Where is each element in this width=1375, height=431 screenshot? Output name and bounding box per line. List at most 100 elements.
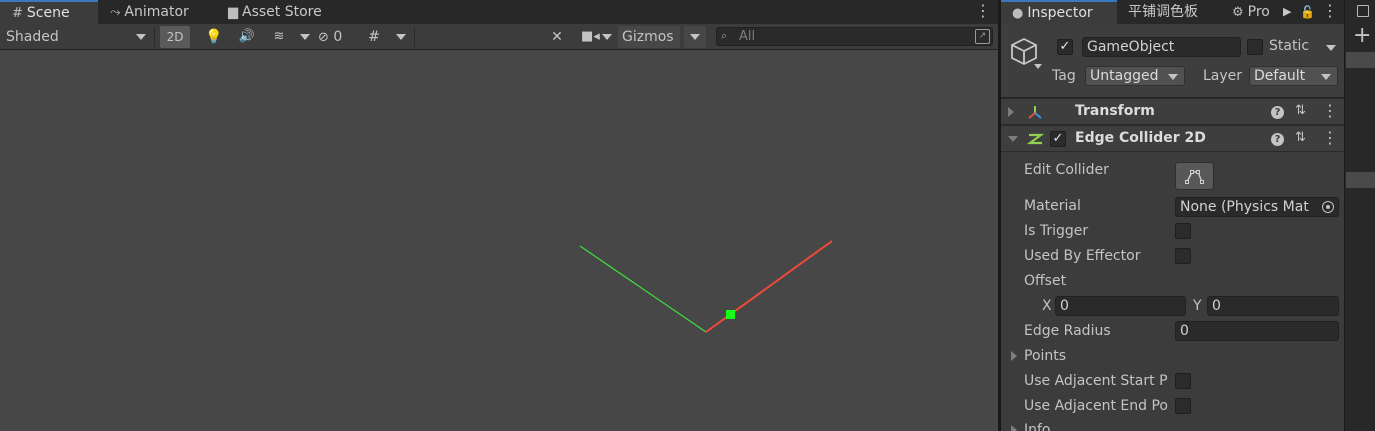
scene-canvas bbox=[579, 240, 833, 333]
edit-collider-label: Edit Collider bbox=[1024, 162, 1109, 178]
audio-toggle-icon[interactable]: 🔊 bbox=[236, 26, 258, 48]
animator-icon: ⤳ bbox=[110, 5, 121, 20]
chevron-down-icon bbox=[1321, 74, 1331, 80]
gameobject-active-checkbox[interactable]: ✓ bbox=[1057, 39, 1073, 55]
points-foldout-icon[interactable] bbox=[1011, 351, 1017, 361]
tab-tile-palette[interactable]: 平铺调色板 bbox=[1128, 0, 1198, 24]
edit-collider-button[interactable] bbox=[1175, 162, 1214, 190]
tag-dropdown[interactable]: Untagged bbox=[1085, 66, 1185, 86]
chevron-down-icon bbox=[1168, 74, 1178, 80]
used-by-effector-checkbox[interactable] bbox=[1175, 248, 1191, 264]
points-foldout-label[interactable]: Points bbox=[1024, 348, 1066, 364]
eye-slash-icon: ⊘ bbox=[318, 30, 329, 45]
preset-icon[interactable]: ⇅ bbox=[1295, 103, 1306, 118]
edge-collider-icon bbox=[1027, 133, 1044, 145]
tab-project[interactable]: ⚙ Pro bbox=[1232, 0, 1270, 24]
edge-point-handle[interactable] bbox=[726, 310, 735, 319]
edit-collider-icon bbox=[1185, 170, 1204, 184]
object-picker-icon[interactable] bbox=[1322, 201, 1334, 213]
scene-window: # Scene ⤳ Animator ▆ Asset Store ⋮ Shaded 2… bbox=[0, 0, 998, 431]
scene-menu-icon[interactable]: ⋮ bbox=[975, 3, 991, 21]
edge-collider-component-header[interactable]: ✓ Edge Collider 2D ? ⇅ ⋮ bbox=[1001, 125, 1344, 152]
chevron-down-icon bbox=[136, 34, 146, 40]
lighting-toggle-icon[interactable]: 💡 bbox=[204, 26, 224, 48]
tab-overflow-icon[interactable]: ▶ bbox=[1283, 0, 1291, 24]
panel-window-icon[interactable] bbox=[1357, 5, 1369, 17]
static-label: Static bbox=[1269, 38, 1310, 54]
component-menu-icon[interactable]: ⋮ bbox=[1322, 130, 1338, 148]
gameobject-header: ✓ GameObject Static Tag Untagged Layer D… bbox=[1001, 24, 1344, 98]
foldout-arrow-icon[interactable] bbox=[1008, 107, 1014, 117]
chevron-down-icon[interactable] bbox=[1034, 64, 1042, 69]
effects-dropdown[interactable] bbox=[296, 26, 314, 48]
info-foldout-label[interactable]: Info bbox=[1024, 422, 1051, 431]
component-menu-icon[interactable]: ⋮ bbox=[1322, 103, 1338, 121]
static-checkbox[interactable] bbox=[1247, 39, 1263, 55]
grid-snapping-icon[interactable]: # bbox=[364, 26, 384, 48]
shading-mode-dropdown[interactable]: Shaded bbox=[6, 26, 150, 48]
tab-inspector[interactable]: ● Inspector bbox=[1001, 0, 1117, 24]
gear-icon: ⚙ bbox=[1232, 5, 1244, 20]
foldout-arrow-icon[interactable] bbox=[1008, 136, 1018, 142]
effects-toggle-icon[interactable]: ≋ bbox=[268, 26, 290, 48]
transform-title: Transform bbox=[1075, 103, 1155, 119]
toolbar-divider bbox=[414, 27, 415, 47]
material-label: Material bbox=[1024, 198, 1081, 214]
layer-label: Layer bbox=[1203, 68, 1243, 84]
offset-y-label: Y bbox=[1193, 298, 1202, 314]
gizmos-dropdown[interactable] bbox=[684, 26, 706, 48]
edge-radius-label: Edge Radius bbox=[1024, 323, 1111, 339]
use-adjacent-start-checkbox[interactable] bbox=[1175, 373, 1191, 389]
store-bag-icon: ▆ bbox=[228, 5, 238, 20]
scene-viewport[interactable] bbox=[0, 51, 998, 431]
grid-dropdown[interactable] bbox=[392, 26, 410, 48]
add-icon[interactable]: + bbox=[1353, 24, 1371, 48]
static-dropdown-icon[interactable] bbox=[1326, 45, 1336, 51]
offset-x-label: X bbox=[1042, 298, 1052, 314]
edge-radius-field[interactable]: 0 bbox=[1175, 321, 1339, 341]
info-foldout-icon[interactable] bbox=[1011, 425, 1017, 431]
offset-label: Offset bbox=[1024, 273, 1067, 289]
layer-dropdown[interactable]: Default bbox=[1249, 66, 1338, 86]
preset-icon[interactable]: ⇅ bbox=[1295, 130, 1306, 145]
tab-animator[interactable]: ⤳ Animator bbox=[110, 0, 189, 24]
used-by-effector-label: Used By Effector bbox=[1024, 248, 1141, 264]
camera-dropdown[interactable]: ■◂ bbox=[578, 26, 614, 48]
chevron-down-icon bbox=[300, 34, 310, 40]
hidden-objects-toggle[interactable]: ⊘ 0 bbox=[318, 26, 356, 48]
edge-collider-enabled-checkbox[interactable]: ✓ bbox=[1050, 131, 1066, 147]
help-icon[interactable]: ? bbox=[1271, 106, 1284, 119]
material-object-field[interactable]: None (Physics Mat bbox=[1175, 197, 1339, 217]
scrollbar-thumb[interactable] bbox=[1346, 172, 1375, 188]
inspector-tabbar: ● Inspector 平铺调色板 ⚙ Pro ▶ 🔓 ⋮ bbox=[1001, 0, 1344, 24]
edge-collider-title: Edge Collider 2D bbox=[1075, 130, 1206, 146]
chevron-down-icon bbox=[396, 34, 406, 40]
transform-axes-icon bbox=[1028, 106, 1042, 119]
gizmos-button[interactable]: Gizmos bbox=[618, 26, 680, 48]
camera-icon: ■◂ bbox=[581, 29, 600, 44]
tab-scene[interactable]: # Scene bbox=[0, 0, 98, 24]
chevron-down-icon bbox=[602, 34, 612, 40]
tag-label: Tag bbox=[1052, 68, 1076, 84]
use-adjacent-end-checkbox[interactable] bbox=[1175, 398, 1191, 414]
offset-y-field[interactable]: 0 bbox=[1207, 296, 1339, 316]
edge-collider-red-segment[interactable] bbox=[705, 240, 833, 333]
search-options-icon[interactable]: ↗ bbox=[975, 29, 990, 44]
grid-icon: # bbox=[12, 6, 23, 21]
scene-search-input[interactable]: ⌕ All ↗ bbox=[716, 27, 993, 46]
transform-component-header[interactable]: Transform ? ⇅ ⋮ bbox=[1001, 98, 1344, 125]
is-trigger-checkbox[interactable] bbox=[1175, 223, 1191, 239]
scene-tabbar: # Scene ⤳ Animator ▆ Asset Store ⋮ bbox=[0, 0, 998, 24]
tab-asset-store[interactable]: ▆ Asset Store bbox=[228, 0, 322, 24]
help-icon[interactable]: ? bbox=[1271, 133, 1284, 146]
tools-icon[interactable]: ✕ bbox=[546, 26, 568, 48]
right-side-panel: + bbox=[1344, 0, 1375, 431]
inspector-menu-icon[interactable]: ⋮ bbox=[1322, 3, 1338, 21]
lock-icon[interactable]: 🔓 bbox=[1300, 0, 1315, 24]
toggle-2d-button[interactable]: 2D bbox=[160, 26, 190, 48]
edge-collider-green-segment bbox=[579, 245, 707, 333]
gameobject-name-field[interactable]: GameObject bbox=[1082, 37, 1241, 57]
scrollbar-thumb[interactable] bbox=[1346, 52, 1375, 68]
offset-x-field[interactable]: 0 bbox=[1055, 296, 1186, 316]
use-adjacent-start-label: Use Adjacent Start P bbox=[1024, 373, 1168, 389]
